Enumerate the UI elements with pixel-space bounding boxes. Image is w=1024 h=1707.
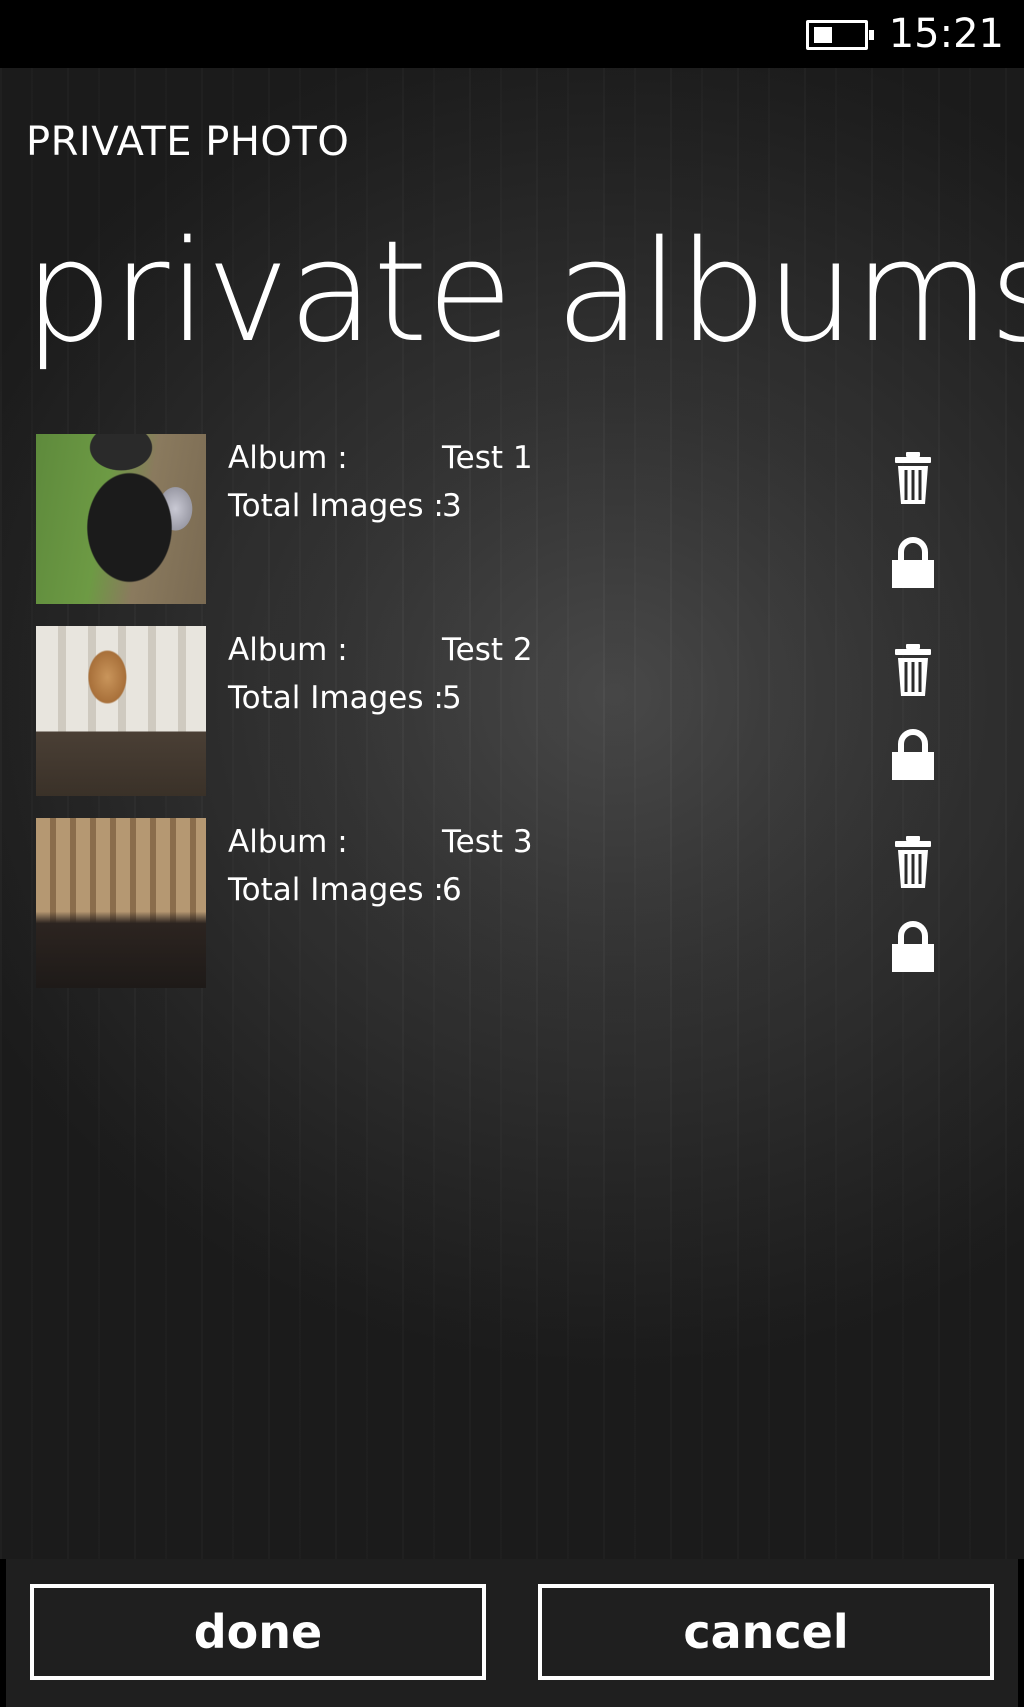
album-row-test-3[interactable]: Album : Test 3 Total Images : 6 [0,818,1024,990]
done-button[interactable]: done [30,1584,486,1680]
app-title: PRIVATE PHOTO [26,119,350,165]
album-name-label: Album : [228,440,348,476]
image-count: 6 [442,872,462,908]
album-name: Test 2 [442,632,533,668]
album-name: Test 3 [442,824,533,860]
album-thumbnail[interactable] [36,626,206,796]
image-count-label: Total Images : [228,488,444,524]
battery-level-fill [814,27,832,43]
album-name-label: Album : [228,632,348,668]
trash-icon[interactable] [888,450,938,506]
page-content: PRIVATE PHOTO private albums Album : Tes… [0,68,1024,1559]
album-thumbnail[interactable] [36,818,206,988]
album-row-test-2[interactable]: Album : Test 2 Total Images : 5 [0,626,1024,798]
lock-icon[interactable] [888,726,938,782]
image-count: 3 [442,488,462,524]
album-row-test-1[interactable]: Album : Test 1 Total Images : 3 [0,434,1024,606]
album-name: Test 1 [442,440,533,476]
trash-icon[interactable] [888,642,938,698]
album-name-label: Album : [228,824,348,860]
app-bar-panel: done cancel [6,1559,1018,1707]
image-count-label: Total Images : [228,680,444,716]
lock-icon[interactable] [888,918,938,974]
image-count-label: Total Images : [228,872,444,908]
cancel-button[interactable]: cancel [538,1584,994,1680]
album-thumbnail[interactable] [36,434,206,604]
image-count: 5 [442,680,462,716]
status-bar: 15:21 [0,0,1024,68]
battery-icon [806,20,874,50]
page-title: private albums [24,211,1024,374]
trash-icon[interactable] [888,834,938,890]
clock: 15:21 [888,11,1004,57]
lock-icon[interactable] [888,534,938,590]
app-bar: done cancel [0,1559,1024,1707]
